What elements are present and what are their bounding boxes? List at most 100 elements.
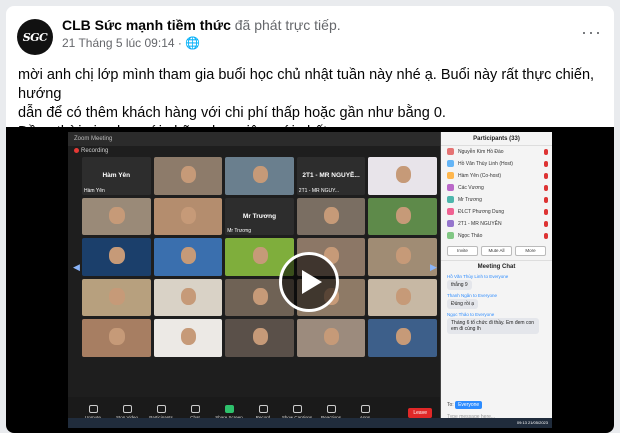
toolbar-icon bbox=[88, 405, 98, 413]
live-video[interactable]: Zoom Meeting Recording Hàm Yên Hàm Yên 2T1… bbox=[6, 127, 614, 433]
video-tile: Mr Trương Mr Trương bbox=[225, 197, 294, 235]
post-header: CLB Sức mạnh tiềm thức đã phát trực tiếp… bbox=[62, 17, 341, 50]
video-tile bbox=[153, 197, 223, 235]
participant-row[interactable]: Hồ Văn Thùy Linh (Host) bbox=[441, 158, 552, 170]
participants-list: Nguyễn Kim Hồ Đào Hồ Văn Thùy Linh (Host)… bbox=[441, 146, 552, 242]
author-name[interactable]: CLB Sức mạnh tiềm thức bbox=[62, 17, 231, 33]
participant-buttons: Invite Mute All More bbox=[441, 242, 552, 260]
participant-avatar bbox=[447, 208, 454, 216]
mic-muted-icon[interactable] bbox=[544, 185, 548, 191]
participant-avatar bbox=[447, 148, 454, 156]
windows-taskbar: 09:13 21/05/2023 bbox=[68, 418, 552, 428]
post-text-line: mời anh chị lớp mình tham gia buổi học c… bbox=[18, 67, 595, 102]
participant-avatar bbox=[447, 160, 454, 168]
participant-face bbox=[252, 247, 268, 265]
mute-all-button[interactable]: Mute All bbox=[481, 246, 512, 256]
chat-message: Ngọc Thảo to Everyone Tháng 6 tổ chức đi … bbox=[441, 311, 552, 336]
participant-face bbox=[252, 328, 268, 346]
participant-face bbox=[181, 287, 197, 305]
video-tile bbox=[368, 278, 437, 316]
video-tile bbox=[82, 238, 151, 276]
post-text-line: dẫn để có thêm khách hàng với chi phí th… bbox=[18, 105, 446, 121]
participant-name: Các Vương bbox=[458, 185, 484, 191]
page-avatar[interactable]: SGC bbox=[17, 19, 53, 55]
participant-avatar bbox=[447, 184, 454, 192]
video-tile bbox=[368, 238, 437, 276]
toolbar-icon bbox=[190, 405, 200, 413]
tile-center-name: Mr Trương bbox=[242, 212, 277, 220]
video-tile bbox=[82, 319, 151, 357]
participant-face bbox=[324, 328, 340, 346]
participant-avatar bbox=[447, 232, 454, 240]
mic-muted-icon[interactable] bbox=[544, 173, 548, 179]
toolbar-icon bbox=[360, 405, 370, 413]
video-tile bbox=[368, 197, 437, 235]
post-card: SGC CLB Sức mạnh tiềm thức đã phát trực … bbox=[6, 6, 614, 433]
toolbar-icon bbox=[292, 405, 302, 413]
participant-name: Hồ Văn Thùy Linh (Host) bbox=[458, 161, 513, 167]
invite-button[interactable]: Invite bbox=[447, 246, 478, 256]
tile-center-name: 2T1 - MR NGUYỄ... bbox=[302, 172, 360, 179]
tile-label: Mr Trương bbox=[227, 228, 252, 234]
participant-row[interactable]: Nguyễn Kim Hồ Đào bbox=[441, 146, 552, 158]
video-tile bbox=[153, 157, 223, 195]
tile-label: 2T1 - MR NGUY... bbox=[298, 187, 339, 194]
participant-row[interactable]: Hàm Yên (Co-host) bbox=[441, 170, 552, 182]
toolbar-icon bbox=[258, 405, 268, 413]
next-page-icon[interactable]: ▶ bbox=[430, 262, 437, 272]
video-tile bbox=[153, 278, 223, 316]
avatar-logo-text: SGC bbox=[22, 30, 48, 44]
video-tile bbox=[296, 319, 366, 357]
participant-face bbox=[181, 328, 197, 346]
tile-center-name: Hàm Yên bbox=[102, 172, 131, 179]
participants-title: Participants (33) bbox=[441, 132, 552, 146]
toolbar-icon bbox=[224, 405, 234, 413]
participant-row[interactable]: Mr Trương bbox=[441, 194, 552, 206]
participant-face bbox=[324, 206, 340, 224]
more-button[interactable]: More bbox=[515, 246, 546, 256]
more-options-icon[interactable]: ··· bbox=[581, 22, 602, 43]
mic-muted-icon[interactable] bbox=[544, 149, 548, 155]
leave-button[interactable]: Leave bbox=[408, 407, 432, 418]
participant-face bbox=[181, 247, 197, 265]
video-tile bbox=[296, 197, 366, 235]
record-dot-icon bbox=[74, 148, 79, 153]
video-tile bbox=[368, 319, 437, 357]
chat-bubble: thắng 9 bbox=[447, 280, 472, 290]
participant-name: Mr Trương bbox=[458, 197, 482, 203]
prev-page-icon[interactable]: ◀ bbox=[73, 262, 80, 272]
participant-name: 2T1 - MR NGUYỄN bbox=[458, 221, 502, 227]
participant-face bbox=[109, 328, 125, 346]
video-tile: 2T1 - MR NGUYỄ... 2T1 - MR NGUY... bbox=[296, 157, 366, 195]
video-tile bbox=[225, 157, 294, 195]
participant-row[interactable]: Các Vương bbox=[441, 182, 552, 194]
video-tile bbox=[82, 278, 151, 316]
mic-muted-icon[interactable] bbox=[544, 209, 548, 215]
chat-sender: Thanh Ngân to Everyone bbox=[447, 293, 498, 298]
chat-message: Thanh Ngân to Everyone Đúng rồi ạ bbox=[441, 292, 552, 311]
chat-title: Meeting Chat bbox=[441, 260, 552, 273]
video-tile: Hàm Yên Hàm Yên bbox=[82, 157, 151, 195]
video-tile bbox=[153, 319, 223, 357]
participant-face bbox=[252, 287, 268, 305]
post-time[interactable]: 21 Tháng 5 lúc 09:14 bbox=[62, 36, 175, 50]
mic-muted-icon[interactable] bbox=[544, 161, 548, 167]
play-button[interactable] bbox=[279, 252, 339, 312]
chat-sender: Hồ Văn Thùy Linh to Everyone bbox=[447, 274, 509, 279]
participant-face bbox=[395, 328, 411, 346]
participant-row[interactable]: 2T1 - MR NGUYỄN bbox=[441, 218, 552, 230]
participant-face bbox=[395, 166, 411, 184]
mic-muted-icon[interactable] bbox=[544, 197, 548, 203]
recording-indicator: Recording bbox=[74, 148, 108, 154]
mic-muted-icon[interactable] bbox=[544, 221, 548, 227]
participant-face bbox=[109, 206, 125, 224]
video-tile bbox=[82, 197, 151, 235]
chat-message: Hồ Văn Thùy Linh to Everyone thắng 9 bbox=[441, 273, 552, 292]
chat-sender: Ngọc Thảo to Everyone bbox=[447, 312, 495, 317]
toolbar-icon bbox=[156, 405, 166, 413]
recipient-select[interactable]: Everyone bbox=[455, 401, 483, 409]
mic-muted-icon[interactable] bbox=[544, 233, 548, 239]
participant-row[interactable]: Ngọc Thảo bbox=[441, 230, 552, 242]
participant-face bbox=[252, 166, 268, 184]
participant-row[interactable]: ĐLCT Phương Dung bbox=[441, 206, 552, 218]
